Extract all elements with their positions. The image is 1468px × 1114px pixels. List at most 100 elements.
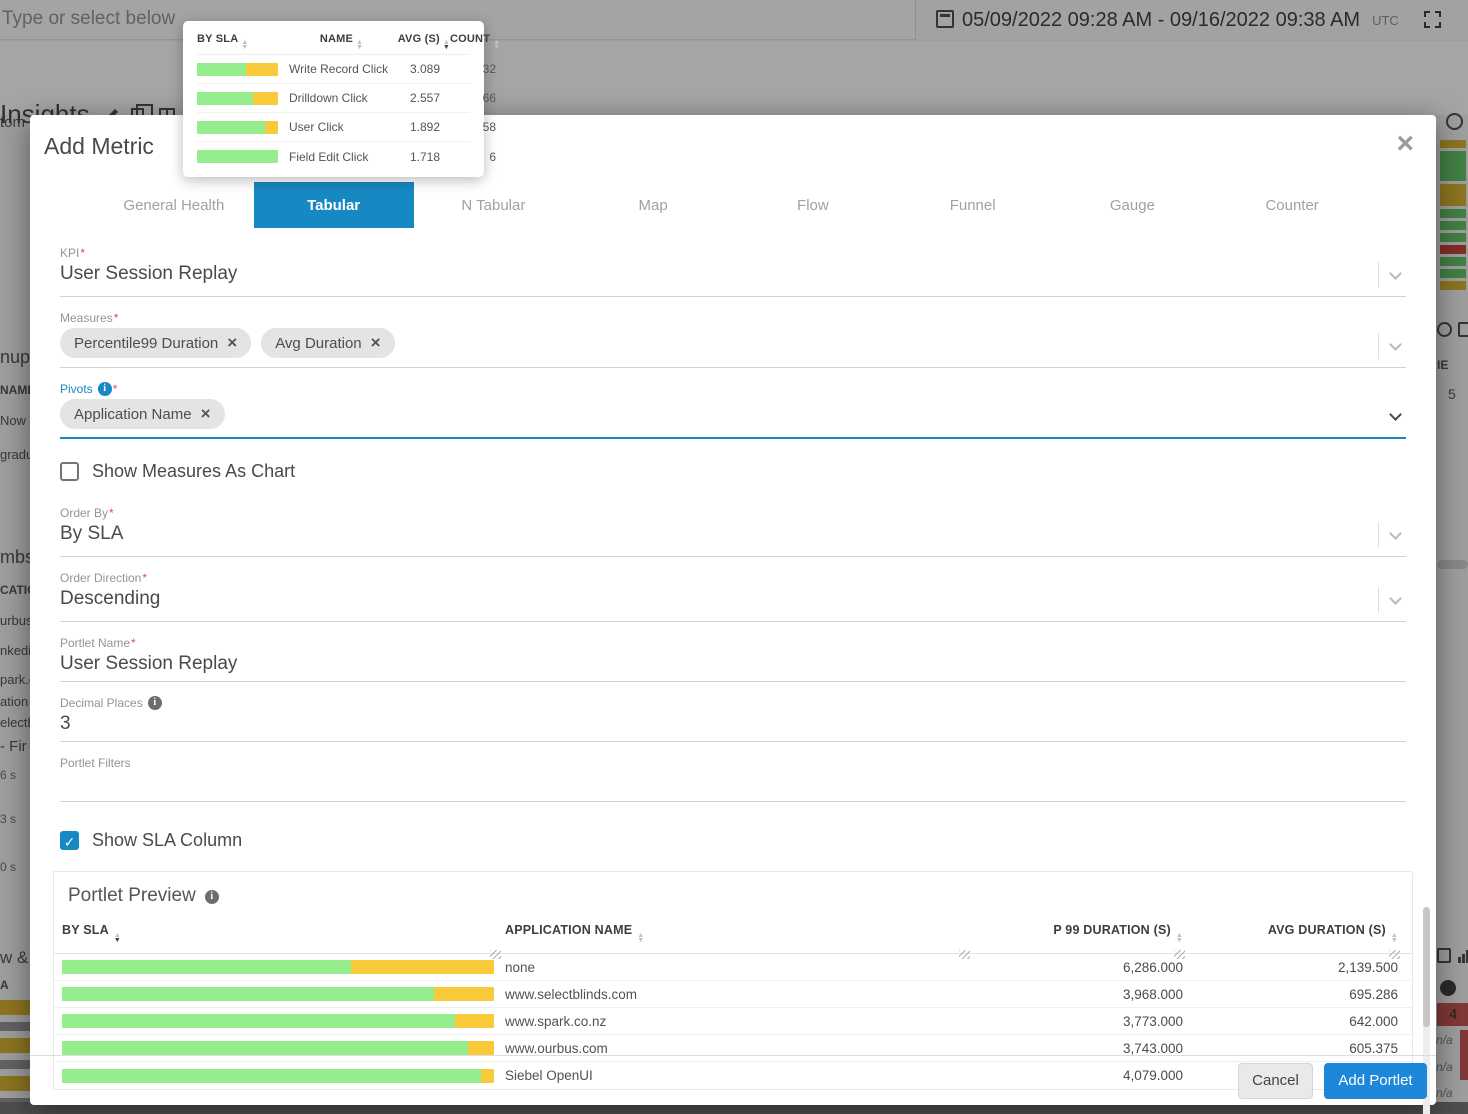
remove-chip-icon[interactable]: × (201, 405, 211, 422)
measure-chip[interactable]: Avg Duration × (261, 328, 395, 358)
avg-cell: 605.375 (1349, 1040, 1398, 1056)
count-cell: 32 (482, 62, 496, 76)
portlet-filters-field[interactable]: Portlet Filters (60, 756, 1406, 802)
pivots-dropdown-toggle[interactable] (1379, 403, 1406, 429)
measure-chip[interactable]: Percentile99 Duration × (60, 328, 252, 358)
tooltip-row[interactable]: Field Edit Click 1.718 6 (197, 142, 496, 171)
avg-cell: 642.000 (1349, 1013, 1398, 1029)
sla-hover-tooltip: BY SLA ▲ ▼ NAME ▲ ▼ AVG (S) ▲ ▼ COUNT ▲ ▼ Write … (183, 21, 500, 177)
portlet-name-input[interactable]: User Session Replay (60, 653, 1406, 677)
event-name-cell: Write Record Click (289, 62, 389, 76)
portlet-preview-title: Portlet Preview (54, 872, 1412, 917)
add-portlet-button[interactable]: Add Portlet (1324, 1062, 1427, 1099)
tab-counter[interactable]: Counter (1212, 182, 1372, 228)
portlet-filters-input[interactable] (60, 773, 1406, 797)
avg-cell: 1.718 (409, 149, 440, 164)
info-icon[interactable] (147, 696, 162, 710)
kpi-dropdown-toggle[interactable] (1378, 262, 1406, 288)
column-resize-handle[interactable] (959, 950, 970, 959)
pivots-chips: Application Name × (60, 399, 1406, 429)
measures-field[interactable]: Measures Percentile99 Duration × Avg Dura… (60, 311, 1406, 368)
tab-flow[interactable]: Flow (733, 182, 893, 228)
count-cell: 66 (482, 91, 496, 105)
order-by-field[interactable]: Order By By SLA (60, 506, 1406, 557)
table-row[interactable]: none 6,286.000 2,139.500 (54, 954, 1412, 981)
order-by-value: By SLA (60, 523, 124, 544)
count-cell: 58 (482, 120, 496, 134)
chart-type-tabs: General Health Tabular N Tabular Map Flo… (94, 182, 1372, 228)
sort-icon: ▲ ▼ (356, 39, 364, 51)
p99-cell: 3,773.000 (1122, 1013, 1183, 1029)
chevron-down-icon (1389, 526, 1402, 540)
tab-n-tabular[interactable]: N Tabular (414, 182, 574, 228)
order-by-dropdown-toggle[interactable] (1378, 522, 1406, 548)
application-name-cell: www.ourbus.com (505, 1040, 608, 1056)
info-icon[interactable] (97, 382, 112, 396)
event-name-cell: Drilldown Click (289, 91, 368, 105)
order-direction-dropdown-toggle[interactable] (1378, 587, 1406, 613)
tooltip-header: BY SLA ▲ ▼ NAME ▲ ▼ AVG (S) ▲ ▼ COUNT ▲ ▼ (197, 29, 500, 55)
p99-cell: 3,743.000 (1122, 1040, 1183, 1056)
order-direction-field[interactable]: Order Direction Descending (60, 571, 1406, 622)
column-resize-handle[interactable] (1389, 950, 1400, 959)
column-resize-handle[interactable] (490, 950, 501, 959)
metric-form: KPI User Session Replay Measures Percent… (30, 246, 1436, 851)
show-measures-as-chart-label: Show Measures As Chart (92, 461, 296, 481)
show-sla-column-row[interactable]: Show SLA Column (60, 830, 1406, 851)
show-measures-as-chart-row[interactable]: Show Measures As Chart (60, 461, 1406, 482)
pivots-field[interactable]: Pivots Application Name × (60, 382, 1406, 439)
close-icon[interactable]: × (1396, 129, 1414, 159)
tab-general-health[interactable]: General Health (94, 182, 254, 228)
add-metric-dialog: Add Metric × General Health Tabular N Ta… (30, 115, 1436, 1114)
chip-label: Application Name (74, 405, 192, 423)
show-measures-as-chart-checkbox[interactable] (60, 462, 79, 481)
pivot-chip[interactable]: Application Name × (60, 399, 225, 429)
p99-cell: 3,968.000 (1122, 986, 1183, 1002)
scrollbar-thumb[interactable] (1423, 907, 1430, 1027)
tooltip-row[interactable]: User Click 1.892 58 (197, 113, 496, 142)
col-by-sla[interactable]: BY SLA ▲ ▼ (62, 917, 505, 959)
tooltip-col-count[interactable]: COUNT ▲ ▼ (450, 33, 500, 51)
sort-icon: ▲ ▼ (637, 932, 645, 944)
chevron-down-icon (1389, 407, 1402, 421)
tooltip-col-avg[interactable]: AVG (S) ▲ ▼ (394, 33, 450, 51)
p99-cell: 6,286.000 (1122, 959, 1183, 975)
application-name-cell: www.spark.co.nz (505, 1013, 607, 1029)
sla-bar (197, 62, 278, 76)
application-name-cell: www.selectblinds.com (505, 986, 638, 1002)
remove-chip-icon[interactable]: × (371, 334, 381, 351)
sort-icon: ▲ ▼ (1175, 932, 1183, 944)
col-application-name[interactable]: APPLICATION NAME ▲ ▼ (505, 917, 974, 959)
measures-dropdown-toggle[interactable] (1378, 333, 1406, 359)
portlet-name-field[interactable]: Portlet Name User Session Replay (60, 636, 1406, 682)
portlet-name-label: Portlet Name (60, 636, 1406, 650)
tab-funnel[interactable]: Funnel (893, 182, 1053, 228)
sort-icon: ▲ ▼ (1390, 932, 1398, 944)
show-sla-column-label: Show SLA Column (92, 830, 243, 850)
sort-icon: ▲ ▼ (113, 932, 121, 944)
info-icon[interactable] (204, 890, 219, 904)
tooltip-col-by-sla[interactable]: BY SLA ▲ ▼ (197, 33, 289, 51)
column-resize-handle[interactable] (1174, 950, 1185, 959)
table-row[interactable]: www.spark.co.nz 3,773.000 642.000 (54, 1008, 1412, 1035)
remove-chip-icon[interactable]: × (227, 334, 237, 351)
decimal-places-input[interactable]: 3 (60, 713, 1406, 737)
tab-map[interactable]: Map (573, 182, 733, 228)
table-row[interactable]: www.selectblinds.com 3,968.000 695.286 (54, 981, 1412, 1008)
event-name-cell: Field Edit Click (289, 149, 369, 164)
kpi-field[interactable]: KPI User Session Replay (60, 246, 1406, 297)
tooltip-row[interactable]: Drilldown Click 2.557 66 (197, 84, 496, 113)
measures-chips: Percentile99 Duration × Avg Duration × (60, 328, 1406, 358)
decimal-places-field[interactable]: Decimal Places 3 (60, 696, 1406, 742)
tooltip-col-name[interactable]: NAME ▲ ▼ (289, 33, 394, 51)
tooltip-row[interactable]: Write Record Click 3.089 32 (197, 55, 496, 84)
col-p99-duration[interactable]: P 99 DURATION (S) ▲ ▼ (974, 917, 1189, 959)
avg-cell: 1.892 (409, 120, 440, 134)
cancel-button[interactable]: Cancel (1238, 1062, 1313, 1099)
col-avg-duration[interactable]: AVG DURATION (S) ▲ ▼ (1189, 917, 1404, 959)
pivots-label: Pivots (60, 382, 1406, 396)
tab-gauge[interactable]: Gauge (1053, 182, 1213, 228)
chip-label: Percentile99 Duration (74, 334, 219, 352)
tab-tabular[interactable]: Tabular (253, 182, 414, 228)
show-sla-column-checkbox[interactable] (60, 831, 79, 850)
